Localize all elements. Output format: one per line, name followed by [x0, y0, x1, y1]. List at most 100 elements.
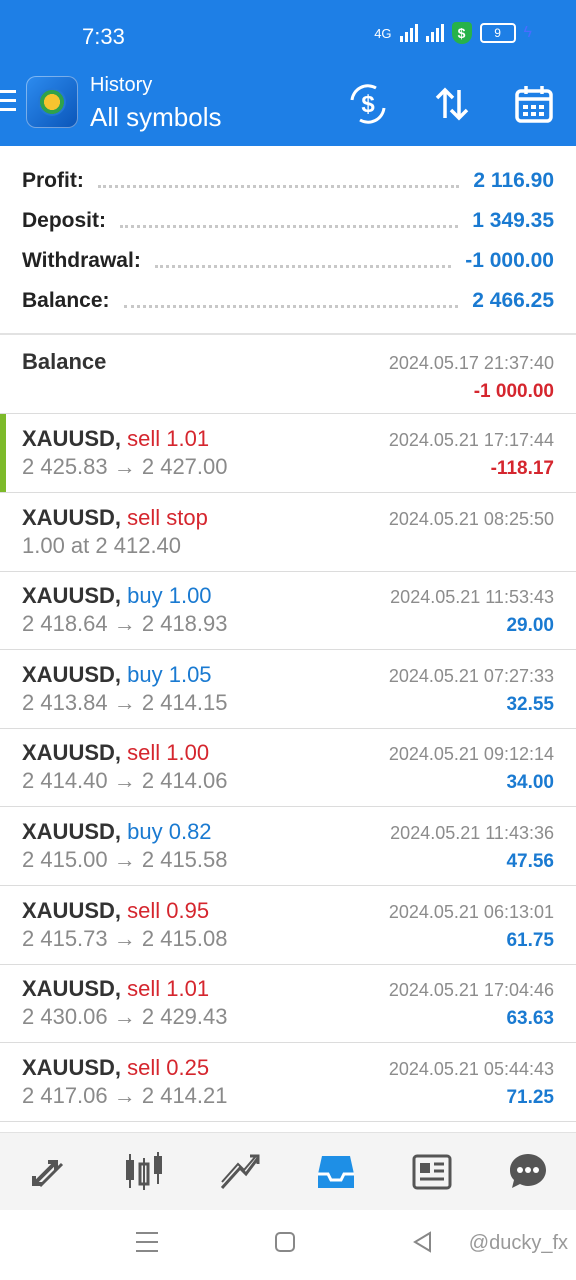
trade-timestamp: 2024.05.21 17:04:46 — [388, 980, 554, 1000]
trade-timestamp: 2024.05.21 17:17:44 — [388, 430, 554, 450]
summary-value: 2 466.25 — [472, 289, 554, 312]
trade-title: XAUUSD, sell 0.95 — [22, 898, 209, 924]
currency-button[interactable]: $ — [344, 80, 392, 128]
summary-label: Deposit: — [22, 209, 106, 232]
trade-title: XAUUSD, sell 1.01 — [22, 426, 209, 452]
trade-prices: 2 413.84 → 2 414.15 — [22, 690, 228, 715]
trade-timestamp: 2024.05.21 08:25:50 — [388, 509, 554, 529]
trade-symbol: XAUUSD, — [22, 583, 122, 608]
bottom-navigation — [0, 1132, 576, 1211]
back-button[interactable] — [412, 1230, 434, 1261]
trade-symbol: XAUUSD, — [22, 898, 122, 923]
selected-marker — [0, 414, 6, 492]
trade-action: sell stop — [127, 505, 208, 530]
trade-profit: 32.55 — [506, 694, 554, 715]
history-icon — [318, 1156, 354, 1188]
balance-entry[interactable]: Balance 2024.05.17 21:37:40 -1 000.00 — [0, 335, 576, 414]
trade-row[interactable]: XAUUSD, buy 0.82 2 415.00 → 2 415.58 2024.… — [0, 807, 576, 886]
nav-chart[interactable] — [96, 1133, 192, 1211]
trade-timestamp: 2024.05.21 11:43:36 — [390, 823, 554, 843]
recent-apps-button[interactable] — [136, 1230, 158, 1261]
currency-exchange-icon: $ — [350, 84, 386, 124]
toolbar-title: History — [90, 74, 153, 96]
trade-action: buy 0.82 — [127, 819, 212, 844]
nav-news[interactable] — [384, 1133, 480, 1211]
trade-timestamp: 2024.05.21 06:13:01 — [388, 902, 554, 922]
trade-profit: 29.00 — [506, 615, 554, 636]
trade-profit: 63.63 — [506, 1008, 554, 1029]
trade-title: XAUUSD, sell 1.00 — [22, 740, 209, 766]
trade-symbol: XAUUSD, — [22, 976, 122, 1001]
chat-icon — [510, 1154, 546, 1188]
summary-value: 1 349.35 — [472, 209, 554, 232]
summary-value: 2 116.90 — [473, 169, 554, 192]
trade-row[interactable]: XAUUSD, sell 0.25 2 417.06 → 2 414.21 2024… — [0, 1043, 576, 1122]
calendar-button[interactable] — [510, 80, 558, 128]
trade-title: XAUUSD, buy 0.82 — [22, 819, 212, 845]
balance-title: Balance — [22, 349, 107, 374]
trade-symbol: XAUUSD, — [22, 505, 122, 530]
nav-history[interactable] — [288, 1133, 384, 1211]
trade-prices: 2 414.40 → 2 414.06 — [22, 768, 228, 793]
trade-prices: 2 430.06 → 2 429.43 — [22, 1004, 228, 1029]
trade-timestamp: 2024.05.21 05:44:43 — [388, 1059, 554, 1079]
home-button[interactable] — [274, 1230, 296, 1261]
summary-value: -1 000.00 — [465, 249, 554, 272]
trade-prices: 2 425.83 → 2 427.00 — [22, 454, 228, 479]
summary-row-withdrawal: Withdrawal: -1 000.00 — [22, 241, 554, 281]
trade-prices: 1.00 at 2 412.40 — [22, 533, 182, 558]
trade-row[interactable]: XAUUSD, buy 1.05 2 413.84 → 2 414.15 2024.… — [0, 650, 576, 729]
status-icons: 4G $ 9 ϟ — [374, 22, 532, 44]
trade-title: XAUUSD, buy 1.05 — [22, 662, 212, 688]
signal-icon-2 — [425, 24, 444, 42]
entry-amount: -1 000.00 — [473, 381, 554, 402]
trade-prices: 2 417.06 → 2 414.21 — [22, 1083, 228, 1108]
app-logo[interactable] — [26, 76, 78, 128]
summary-label: Profit: — [22, 169, 84, 192]
trade-title: XAUUSD, sell stop — [22, 505, 208, 531]
summary-row-balance: Balance: 2 466.25 — [22, 281, 554, 321]
trade-action: buy 1.05 — [127, 662, 212, 687]
trade-row[interactable]: XAUUSD, sell 1.00 2 414.40 → 2 414.06 2024… — [0, 728, 576, 807]
battery-icon: 9 — [479, 23, 516, 43]
trade-symbol: XAUUSD, — [22, 740, 122, 765]
toolbar-subtitle[interactable]: All symbols — [90, 102, 221, 133]
shield-icon: $ — [451, 22, 472, 44]
quotes-icon — [32, 1160, 64, 1188]
svg-text:$: $ — [361, 91, 375, 118]
news-icon — [412, 1154, 452, 1190]
trade-row[interactable]: XAUUSD, sell stop 1.00 at 2 412.40 2024.05… — [0, 493, 576, 572]
trade-action: sell 0.95 — [127, 898, 210, 923]
trade-row[interactable]: XAUUSD, buy 1.00 2 418.64 → 2 418.93 2024.… — [0, 571, 576, 650]
trade-symbol: XAUUSD, — [22, 819, 122, 844]
trade-profit: -118.17 — [490, 458, 554, 479]
entry-timestamp: 2024.05.17 21:37:40 — [388, 353, 554, 373]
calendar-icon — [515, 86, 553, 123]
trade-profit: 47.56 — [506, 851, 554, 872]
summary-row-profit: Profit: 2 116.90 — [22, 161, 554, 201]
summary-row-deposit: Deposit: 1 349.35 — [22, 201, 554, 241]
trade-row[interactable]: XAUUSD, sell 1.01 2 425.83 → 2 427.00 2024… — [0, 414, 576, 493]
nav-trade[interactable] — [192, 1133, 288, 1211]
square-icon — [275, 1232, 295, 1252]
signal-icon — [399, 24, 418, 42]
trade-action: sell 1.00 — [127, 740, 210, 765]
charging-icon: ϟ — [523, 24, 532, 41]
watermark: @ducky_fx — [468, 1232, 568, 1254]
trade-action: sell 1.01 — [127, 976, 210, 1001]
nav-chat[interactable] — [480, 1133, 576, 1211]
trade-prices: 2 418.64 → 2 418.93 — [22, 611, 228, 636]
nav-quotes[interactable] — [0, 1133, 96, 1211]
trade-profit: 71.25 — [506, 1087, 554, 1108]
menu-icon[interactable] — [0, 90, 16, 117]
trade-timestamp: 2024.05.21 09:12:14 — [388, 744, 554, 764]
network-label: 4G — [374, 25, 392, 41]
trade-row[interactable]: XAUUSD, sell 1.01 2 430.06 → 2 429.43 2024… — [0, 964, 576, 1043]
trade-symbol: XAUUSD, — [22, 426, 122, 451]
battery-level: 9 — [494, 26, 501, 40]
status-time: 7:33 — [82, 24, 125, 49]
sort-button[interactable] — [428, 80, 476, 128]
trade-row[interactable]: XAUUSD, sell 0.95 2 415.73 → 2 415.08 2024… — [0, 886, 576, 965]
status-bar: 7:33 4G $ 9 ϟ — [0, 0, 576, 66]
trade-title: XAUUSD, buy 1.00 — [22, 583, 212, 609]
